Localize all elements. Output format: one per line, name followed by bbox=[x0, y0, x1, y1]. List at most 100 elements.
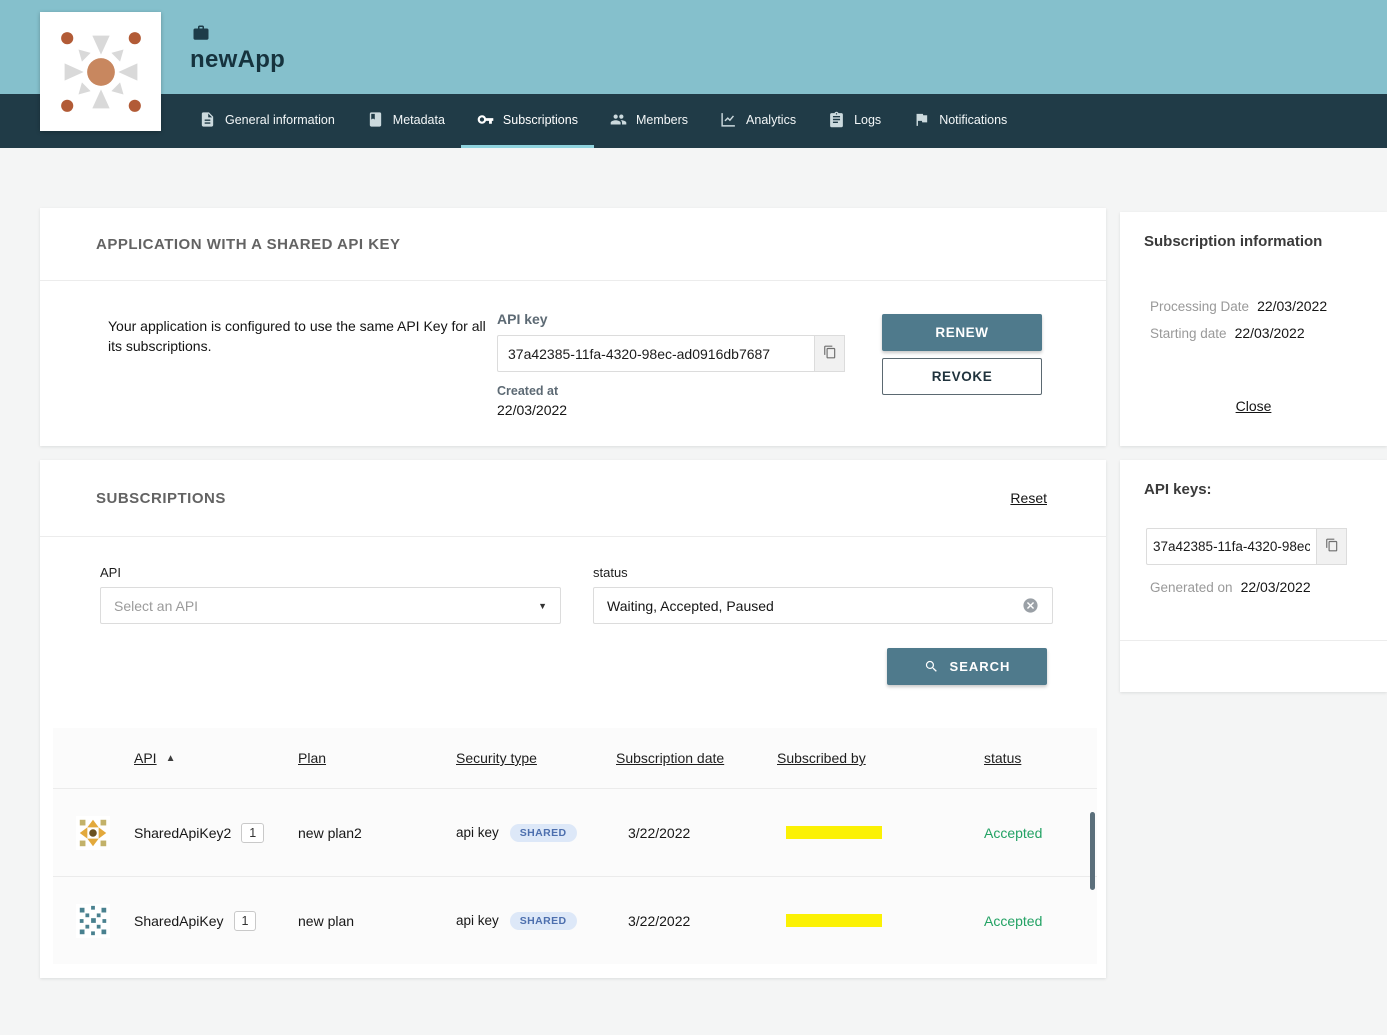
renew-button[interactable]: RENEW bbox=[882, 314, 1042, 351]
card-title: SUBSCRIPTIONS bbox=[96, 490, 226, 507]
api-name-cell: SharedApiKey 1 bbox=[134, 911, 298, 931]
status-filter-field: status Waiting, Accepted, Paused bbox=[593, 565, 1053, 624]
tab-subscriptions[interactable]: Subscriptions bbox=[461, 94, 594, 148]
api-key-input[interactable] bbox=[497, 335, 815, 372]
api-name: SharedApiKey2 bbox=[134, 825, 231, 841]
column-header-status[interactable]: status bbox=[966, 750, 1097, 766]
generated-on-row: Generated on 22/03/2022 bbox=[1150, 579, 1387, 595]
search-button[interactable]: SEARCH bbox=[887, 648, 1047, 685]
shared-badge: SHARED bbox=[510, 824, 577, 842]
logo-pattern-icon bbox=[49, 20, 153, 124]
app-title-block: newApp bbox=[190, 24, 285, 74]
column-header-label: Subscribed by bbox=[777, 750, 866, 766]
column-header-label: Plan bbox=[298, 750, 326, 766]
subscribed-by-redacted bbox=[786, 914, 882, 927]
subscribed-by-redacted bbox=[786, 826, 882, 839]
sidebar-api-key-input[interactable] bbox=[1146, 528, 1317, 565]
subscribed-by-cell bbox=[777, 914, 966, 927]
tab-label: Subscriptions bbox=[503, 113, 578, 127]
tab-label: Members bbox=[636, 113, 688, 127]
status-cell: Accepted bbox=[966, 825, 1097, 841]
shared-api-key-card-header: APPLICATION WITH A SHARED API KEY bbox=[40, 208, 1106, 281]
book-icon bbox=[367, 111, 384, 128]
processing-date-row: Processing Date 22/03/2022 bbox=[1150, 298, 1387, 314]
tab-analytics[interactable]: Analytics bbox=[704, 94, 812, 148]
subscription-date-cell: 3/22/2022 bbox=[616, 825, 777, 841]
search-icon bbox=[924, 659, 939, 674]
created-at-value: 22/03/2022 bbox=[497, 402, 845, 418]
page-title: newApp bbox=[190, 46, 285, 74]
tab-label: Logs bbox=[854, 113, 881, 127]
tab-label: Notifications bbox=[939, 113, 1007, 127]
plan-cell: new plan2 bbox=[298, 825, 456, 841]
clipboard-list-icon bbox=[828, 111, 845, 128]
card-title: APPLICATION WITH A SHARED API KEY bbox=[96, 236, 401, 253]
generated-on-value: 22/03/2022 bbox=[1241, 579, 1311, 595]
chart-icon bbox=[720, 111, 737, 128]
main-nav: General information Metadata Subscriptio… bbox=[0, 94, 1387, 148]
panel-title: API keys: bbox=[1120, 460, 1387, 498]
sort-asc-icon: ▲ bbox=[166, 753, 176, 764]
key-action-buttons: RENEW REVOKE bbox=[882, 314, 1042, 395]
api-avatar bbox=[76, 904, 110, 938]
api-select[interactable]: Select an API ▼ bbox=[100, 587, 561, 624]
panel-divider bbox=[1120, 640, 1387, 641]
table-row[interactable]: SharedApiKey2 1 new plan2 api key SHARED… bbox=[53, 788, 1097, 876]
table-header-row: API ▲ Plan Security type Subscription da… bbox=[53, 728, 1097, 788]
api-key-label: API key bbox=[497, 311, 845, 327]
column-header-subscription-date[interactable]: Subscription date bbox=[616, 750, 777, 766]
shared-badge: SHARED bbox=[510, 912, 577, 930]
subscription-date-cell: 3/22/2022 bbox=[616, 913, 777, 929]
column-header-subscribed-by[interactable]: Subscribed by bbox=[777, 750, 966, 766]
api-filter-label: API bbox=[100, 565, 561, 580]
tab-label: General information bbox=[225, 113, 335, 127]
subscriptions-card: SUBSCRIPTIONS Reset API Select an API ▼ … bbox=[40, 460, 1106, 978]
copy-api-key-button[interactable] bbox=[815, 335, 845, 372]
starting-date-row: Starting date 22/03/2022 bbox=[1150, 325, 1387, 341]
tab-metadata[interactable]: Metadata bbox=[351, 94, 461, 148]
column-header-label: Subscription date bbox=[616, 750, 724, 766]
reset-link[interactable]: Reset bbox=[1010, 490, 1047, 506]
tab-notifications[interactable]: Notifications bbox=[897, 94, 1023, 148]
processing-date-label: Processing Date bbox=[1150, 299, 1249, 314]
api-filter-field: API Select an API ▼ bbox=[100, 565, 561, 624]
api-select-placeholder: Select an API bbox=[114, 598, 198, 614]
status-filter-label: status bbox=[593, 565, 1053, 580]
key-icon bbox=[477, 111, 494, 128]
generated-on-label: Generated on bbox=[1150, 580, 1233, 595]
shared-api-key-card: APPLICATION WITH A SHARED API KEY Your a… bbox=[40, 208, 1106, 446]
security-type: api key bbox=[456, 913, 499, 928]
column-header-api[interactable]: API ▲ bbox=[134, 750, 298, 766]
revoke-button[interactable]: REVOKE bbox=[882, 358, 1042, 395]
security-type: api key bbox=[456, 825, 499, 840]
tab-general-information[interactable]: General information bbox=[183, 94, 351, 148]
tab-members[interactable]: Members bbox=[594, 94, 704, 148]
people-icon bbox=[610, 111, 627, 128]
table-row[interactable]: SharedApiKey 1 new plan api key SHARED 3… bbox=[53, 876, 1097, 964]
subscription-count-badge: 1 bbox=[234, 911, 257, 931]
close-link[interactable]: Close bbox=[1236, 398, 1272, 414]
status-filter-input[interactable]: Waiting, Accepted, Paused bbox=[593, 587, 1053, 624]
copy-icon bbox=[823, 345, 837, 362]
table-scrollbar[interactable] bbox=[1090, 812, 1095, 890]
flag-icon bbox=[913, 111, 930, 128]
column-header-label: status bbox=[984, 750, 1021, 766]
starting-date-label: Starting date bbox=[1150, 326, 1227, 341]
status-cell: Accepted bbox=[966, 913, 1097, 929]
api-key-row bbox=[497, 335, 845, 372]
api-name-cell: SharedApiKey2 1 bbox=[134, 823, 298, 843]
api-name: SharedApiKey bbox=[134, 913, 224, 929]
api-key-block: API key Created at 22/03/2022 bbox=[497, 311, 845, 418]
security-type-cell: api key SHARED bbox=[456, 824, 616, 842]
column-header-plan[interactable]: Plan bbox=[298, 750, 456, 766]
api-keys-panel: API keys: Generated on 22/03/2022 bbox=[1120, 460, 1387, 692]
tab-logs[interactable]: Logs bbox=[812, 94, 897, 148]
subscriptions-card-header: SUBSCRIPTIONS Reset bbox=[40, 460, 1106, 537]
starting-date-value: 22/03/2022 bbox=[1235, 325, 1305, 341]
clear-filter-icon[interactable] bbox=[1022, 597, 1039, 614]
panel-title: Subscription information bbox=[1120, 212, 1387, 250]
column-header-security-type[interactable]: Security type bbox=[456, 750, 616, 766]
tab-label: Metadata bbox=[393, 113, 445, 127]
copy-sidebar-key-button[interactable] bbox=[1317, 528, 1347, 565]
app-root: newApp General information Metadata Subs… bbox=[0, 0, 1387, 1035]
